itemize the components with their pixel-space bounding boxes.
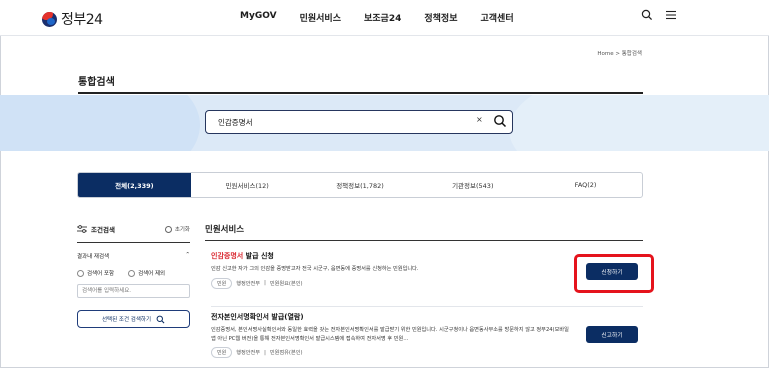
result-item: 전자본인서명확인서 발급(열람) 인감증명서, 본인서명사실확인서와 동일한 효… [211, 306, 643, 358]
title-divider [78, 92, 643, 94]
page-title: 통합검색 [78, 77, 115, 88]
result-org: 행정안전부 [236, 350, 261, 356]
result-tabs: 전체(2,339) 민원서비스(12) 정책정보(1,782) 기관정보(543… [77, 172, 643, 198]
include-option[interactable]: 검색어 포함 [77, 269, 114, 277]
logo-text: 정부24 [61, 12, 103, 28]
nav-item-customer-center[interactable]: 고객센터 [481, 11, 514, 24]
tab-all[interactable]: 전체(2,339) [78, 173, 191, 197]
result-title-rest: 발급 신청 [243, 252, 274, 260]
result-description: 인감 신고한 자가 그의 인감을 증명받고자 전국 시군구, 읍면동에 증명서를… [211, 266, 419, 272]
site-header: 정부24 MyGOV 민원서비스 보조금24 정책정보 고객센터 [0, 0, 769, 36]
reset-button[interactable]: 초기화 [164, 225, 190, 233]
category-chip: 민원 [211, 347, 233, 358]
category-chip: 민원 [211, 277, 233, 289]
search-icon[interactable] [641, 9, 653, 21]
filter-divider [77, 242, 190, 243]
report-button[interactable]: 신고하기 [586, 326, 638, 343]
result-description: 인감증명서, 본인서명사실확인서와 동일한 효력을 갖는 전자본인서명확인서를 … [211, 327, 569, 342]
band-decoration [0, 95, 200, 151]
include-label: 검색어 포함 [87, 271, 115, 277]
breadcrumb-current: 통합검색 [621, 51, 642, 57]
apply-filter-button[interactable]: 선택된 조건 검색하기 [77, 310, 190, 328]
tab-faq[interactable]: FAQ(2) [529, 173, 642, 197]
result-meta: 민원 행정안전부 | 민원점유(본인) [211, 347, 643, 358]
filter-panel: 조건검색 초기화 결과내 재검색 ⌃ 검색어 포함 검색어 제외 선택된 조건 … [77, 222, 190, 328]
clear-icon[interactable]: × [476, 115, 483, 124]
breadcrumb-separator: > [615, 51, 620, 57]
refine-search-input[interactable] [77, 284, 190, 298]
main-nav: MyGOV 민원서비스 보조금24 정책정보 고객센터 [240, 11, 537, 24]
filter-sliders-icon [77, 225, 87, 233]
result-title[interactable]: 전자본인서명확인서 발급(열람) [211, 312, 643, 322]
filter-title: 조건검색 [77, 224, 115, 234]
search-box: × [205, 110, 513, 134]
search-icon [156, 315, 165, 323]
radio-include[interactable] [77, 269, 84, 277]
refine-toggle[interactable]: 결과내 재검색 ⌃ [77, 252, 190, 260]
exclude-label: 검색어 제외 [138, 271, 166, 277]
site-logo[interactable]: 정부24 [42, 9, 103, 29]
radio-exclude[interactable] [128, 269, 136, 277]
tab-policy-info[interactable]: 정책정보(1,782) [304, 173, 417, 197]
result-org: 행정안전부 [236, 280, 261, 287]
filter-header: 조건검색 초기화 [77, 222, 190, 236]
section-title: 민원서비스 [205, 225, 245, 235]
meta-separator: | [264, 349, 266, 356]
hamburger-icon[interactable] [665, 9, 677, 21]
chevron-up-icon: ⌃ [185, 252, 190, 258]
filter-title-text: 조건검색 [91, 226, 115, 234]
result-fee: 민원점유(본인) [269, 350, 303, 356]
refine-label: 결과내 재검색 [77, 254, 110, 260]
tab-agency-info[interactable]: 기관정보(543) [416, 173, 529, 197]
result-fee: 민원원요(본인) [269, 280, 303, 287]
header-icons [641, 9, 677, 21]
breadcrumb-home[interactable]: Home [597, 51, 613, 57]
tab-civil-service[interactable]: 민원서비스(12) [191, 173, 304, 197]
nav-item-policy-info[interactable]: 정책정보 [424, 11, 457, 24]
result-title-highlight: 인감증명서 [211, 252, 244, 260]
search-input[interactable] [218, 115, 468, 130]
reset-icon [164, 225, 172, 233]
reset-label: 초기화 [174, 227, 190, 233]
nav-item-civil-service[interactable]: 민원서비스 [300, 11, 341, 24]
exclude-option[interactable]: 검색어 제외 [128, 269, 165, 277]
search-icon[interactable] [493, 114, 507, 128]
highlight-annotation-box [574, 254, 654, 293]
nav-item-mygov[interactable]: MyGOV [240, 11, 277, 24]
refine-options: 검색어 포함 검색어 제외 [77, 269, 190, 277]
band-decoration [509, 95, 769, 151]
meta-separator: | [264, 280, 266, 286]
gov-emblem-icon [42, 11, 57, 27]
breadcrumb: Home > 통합검색 [597, 49, 642, 57]
nav-item-subsidy24[interactable]: 보조금24 [364, 11, 401, 24]
apply-filter-label: 선택된 조건 검색하기 [101, 317, 152, 323]
section-divider [205, 240, 643, 241]
